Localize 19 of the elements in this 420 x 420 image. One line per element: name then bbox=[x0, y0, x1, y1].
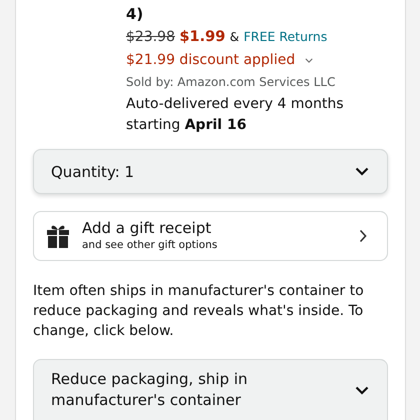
gift-receipt-row[interactable]: Add a gift receipt and see other gift options bbox=[33, 211, 388, 261]
gift-subtitle: and see other gift options bbox=[82, 238, 218, 253]
packaging-note: Item often ships in manufacturer's container to reduce packaging and reveals what's inside. To change, click below. bbox=[33, 282, 365, 341]
delivery-text: Auto-delivered every 4 months starting April 16 bbox=[126, 95, 344, 135]
list-price: $23.98 bbox=[126, 29, 175, 45]
product-title: 4) bbox=[126, 4, 144, 24]
seller-text: Sold by: Amazon.com Services LLC bbox=[126, 74, 336, 91]
free-returns-link[interactable]: FREE Returns bbox=[244, 29, 328, 44]
caret-icon[interactable] bbox=[305, 58, 314, 62]
sale-price: $1.99 bbox=[179, 29, 226, 45]
ampersand-text: & bbox=[230, 30, 240, 44]
discount-text: $21.99 discount applied bbox=[126, 51, 296, 70]
chevron-down-icon bbox=[355, 167, 369, 176]
packaging-dropdown[interactable]: Reduce packaging, ship in manufacturer's container bbox=[33, 359, 388, 420]
quantity-dropdown[interactable]: Quantity: 1 bbox=[33, 149, 388, 194]
chevron-right-icon bbox=[359, 229, 367, 243]
gift-icon bbox=[47, 224, 69, 248]
chevron-down-icon bbox=[355, 386, 369, 394]
gift-title: Add a gift receipt bbox=[82, 219, 212, 238]
